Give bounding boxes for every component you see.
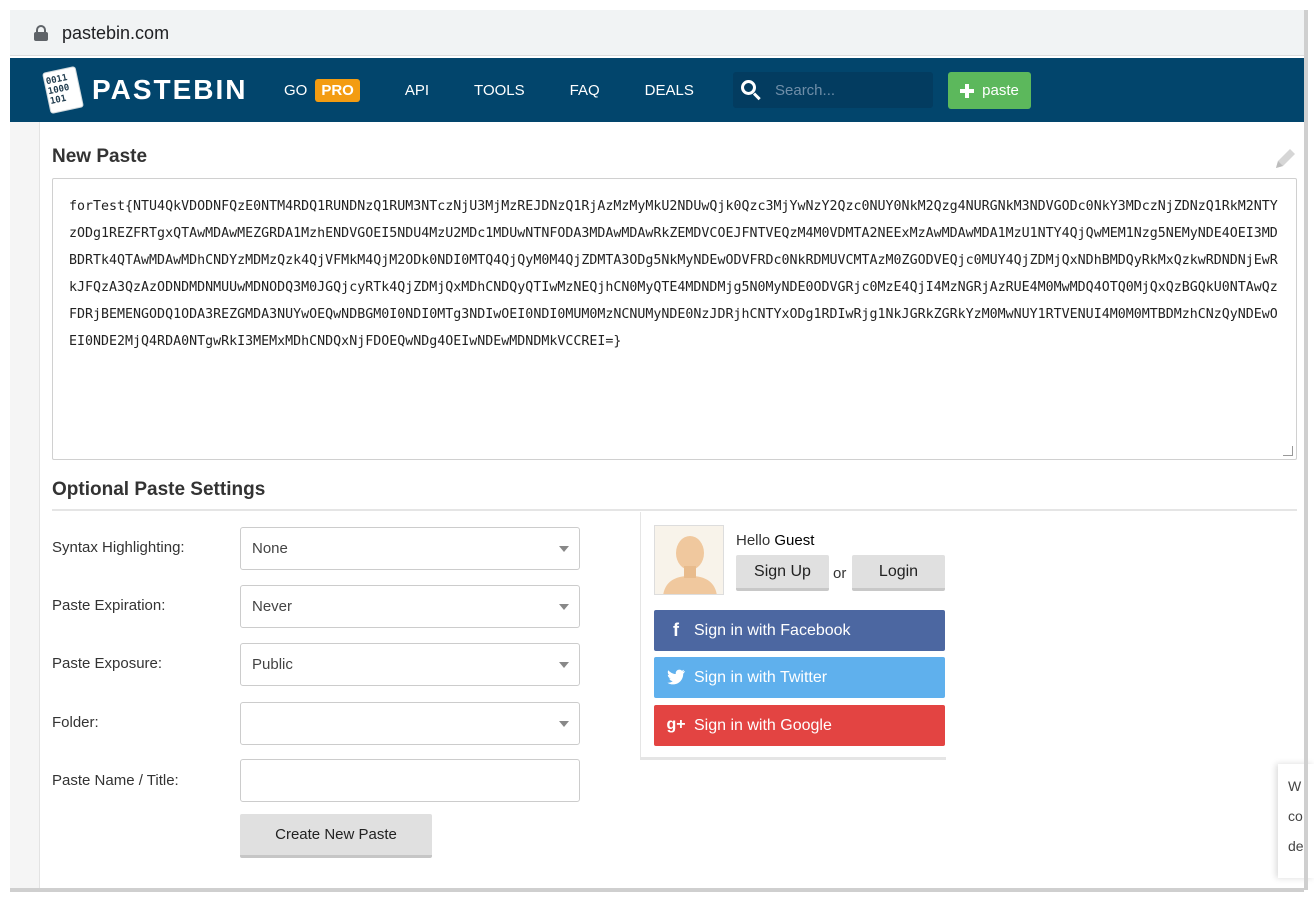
page-title: New Paste [52, 146, 148, 167]
plus-icon [960, 83, 975, 98]
hello-text: Hello Guest [736, 532, 814, 549]
exposure-label: Paste Exposure: [52, 655, 163, 672]
paste-name-label: Paste Name / Title: [52, 772, 179, 789]
toast-line-2: co [1288, 808, 1303, 824]
google-label: Sign in with Google [694, 716, 832, 734]
create-paste-button[interactable]: Create New Paste [240, 814, 432, 858]
browser-address-bar: pastebin.com [10, 10, 1304, 56]
pencil-icon[interactable] [1272, 146, 1298, 172]
logo-icon: 0011 1000 101 [42, 65, 84, 115]
syntax-value: None [252, 540, 288, 557]
cookie-notice-toast: W co de [1278, 764, 1314, 878]
folder-select[interactable] [240, 702, 580, 745]
guest-name: Guest [774, 532, 815, 549]
exposure-select[interactable]: Public [240, 643, 580, 686]
facebook-icon: f [673, 619, 679, 640]
lock-icon [34, 25, 48, 41]
syntax-select[interactable]: None [240, 527, 580, 570]
url-text: pastebin.com [62, 22, 170, 43]
window-shadow-bottom [10, 888, 1304, 892]
main-nav: GO PRO API TOOLS FAQ DEALS [284, 78, 739, 102]
window-shadow-right [1304, 10, 1308, 890]
search-icon[interactable] [741, 80, 761, 101]
or-text: or [833, 565, 847, 582]
left-gutter [10, 122, 40, 888]
login-button[interactable]: Login [852, 555, 945, 591]
facebook-signin-button[interactable]: f Sign in with Facebook [654, 610, 945, 651]
paste-name-input[interactable] [240, 759, 580, 802]
chevron-down-icon [559, 721, 569, 727]
avatar [654, 525, 724, 595]
chevron-down-icon [559, 604, 569, 610]
user-silhouette-icon [663, 536, 717, 594]
pro-badge: PRO [315, 78, 360, 102]
url-field[interactable]: pastebin.com [16, 16, 1300, 50]
syntax-label: Syntax Highlighting: [52, 539, 185, 556]
toast-line-1: W [1288, 778, 1302, 794]
search-box [733, 72, 933, 108]
nav-go-label: GO [284, 81, 308, 99]
twitter-signin-button[interactable]: Sign in with Twitter [654, 657, 945, 698]
chevron-down-icon [559, 546, 569, 552]
expiration-value: Never [252, 598, 293, 615]
nav-deals[interactable]: DEALS [645, 82, 694, 99]
paste-content: forTest{NTU4QkVDODNFQzE0NTM4RDQ1RUNDNzQ1… [69, 199, 1278, 349]
hello-label: Hello [736, 532, 771, 549]
settings-divider [52, 509, 1297, 511]
new-paste-button[interactable]: paste [948, 72, 1031, 109]
facebook-label: Sign in with Facebook [694, 621, 851, 639]
paste-textarea[interactable]: forTest{NTU4QkVDODNFQzE0NTM4RDQ1RUNDNzQ1… [52, 178, 1297, 460]
nav-api[interactable]: API [405, 82, 429, 99]
site-header: 0011 1000 101 PASTEBIN GO PRO API TOOLS … [10, 58, 1304, 122]
search-input[interactable] [775, 81, 925, 99]
sign-up-button[interactable]: Sign Up [736, 555, 829, 591]
settings-title: Optional Paste Settings [52, 479, 266, 500]
site-logo[interactable]: 0011 1000 101 PASTEBIN [42, 65, 262, 115]
exposure-value: Public [252, 656, 293, 673]
twitter-label: Sign in with Twitter [694, 668, 828, 686]
twitter-icon [666, 667, 686, 687]
nav-go-pro[interactable]: GO PRO [284, 78, 360, 102]
new-paste-label: paste [982, 82, 1019, 99]
resize-handle[interactable] [1283, 446, 1293, 456]
expiration-label: Paste Expiration: [52, 597, 166, 614]
google-signin-button[interactable]: g+ Sign in with Google [654, 705, 945, 746]
nav-tools[interactable]: TOOLS [474, 82, 525, 99]
folder-label: Folder: [52, 714, 99, 731]
nav-faq[interactable]: FAQ [570, 82, 600, 99]
toast-line-3: de [1288, 838, 1304, 854]
chevron-down-icon [559, 662, 569, 668]
expiration-select[interactable]: Never [240, 585, 580, 628]
logo-text: PASTEBIN [92, 74, 248, 105]
google-plus-icon: g+ [666, 716, 686, 733]
